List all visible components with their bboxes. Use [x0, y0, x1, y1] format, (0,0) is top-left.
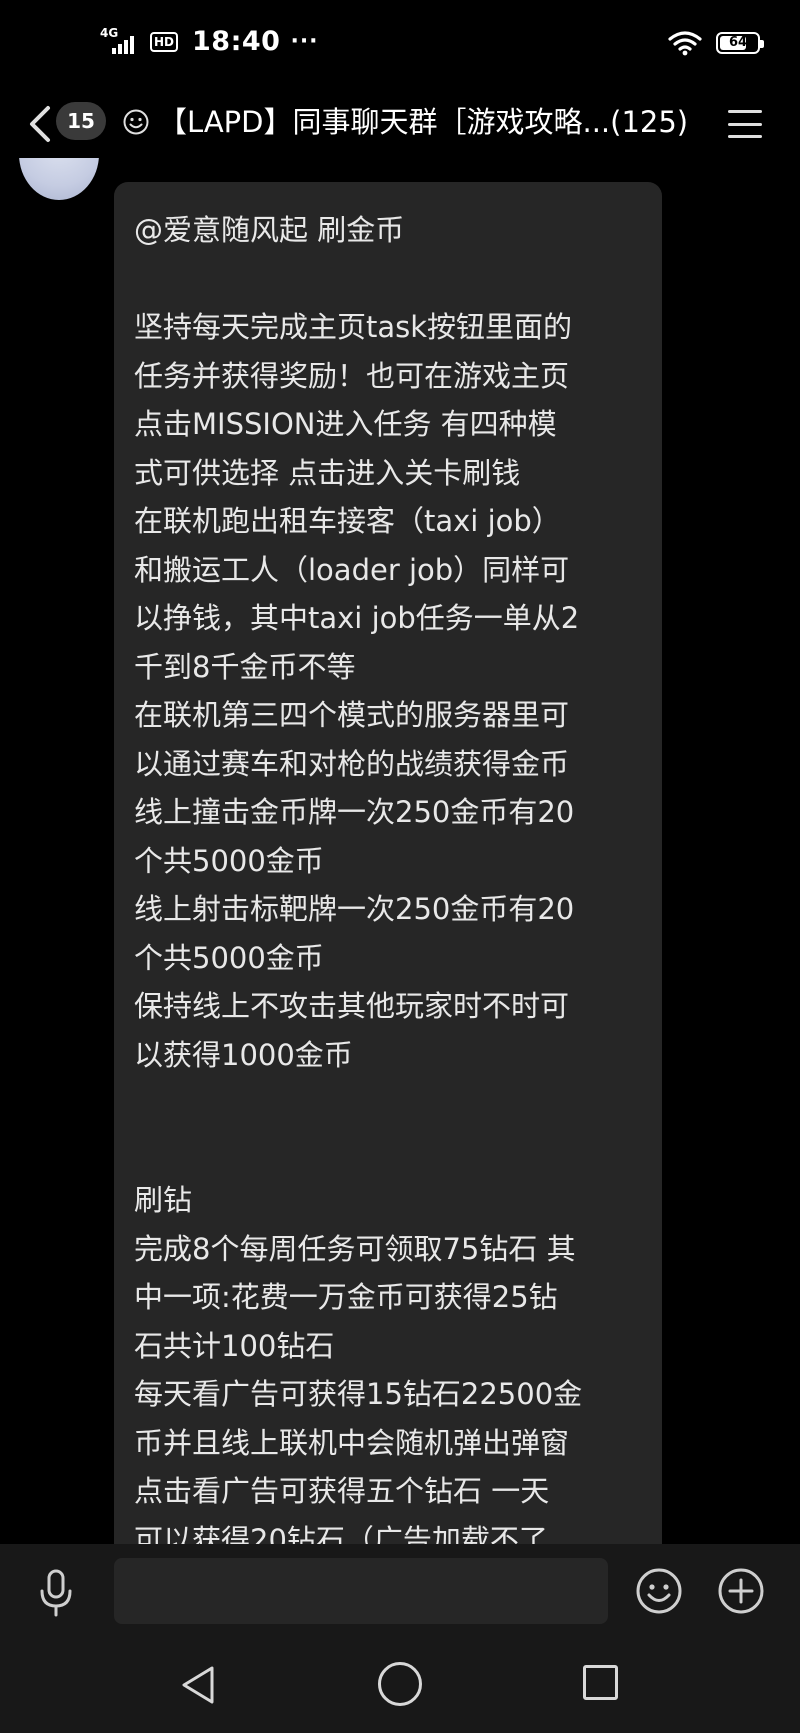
chat-area[interactable]: @爱意随风起 刷金币 坚持每天完成主页task按钮里面的 任务并获得奖励！也可在游… [0, 158, 800, 1544]
microphone-icon[interactable] [34, 1568, 78, 1618]
status-right: 64 [668, 30, 764, 56]
message-line: 刷钻 [134, 1183, 193, 1217]
message-line: 千到8千金币不等 [134, 649, 356, 684]
battery-icon: 64 [716, 32, 764, 54]
message-line: 个共5000金币 [134, 940, 324, 975]
signal-bars [112, 35, 134, 54]
message-line: 以挣钱，其中taxi job任务一单从2 [134, 601, 580, 635]
circle-home-icon[interactable] [378, 1662, 422, 1706]
message-line: 和搬运工人（loader job）同样可 [134, 552, 570, 587]
message-text: @爱意随风起 刷金币 坚持每天完成主页task按钮里面的 任务并获得奖励！也可在游… [134, 206, 642, 1544]
battery-level: 64 [728, 35, 748, 50]
unread-badge[interactable]: 15 [56, 102, 106, 140]
chat-header: 15 【LAPD】同事聊天群［游戏攻略...(125) [0, 88, 800, 158]
message-line: 在联机跑出租车接客（taxi job） [134, 504, 561, 538]
message-line: 中一项:花费一万金币可获得25钻 [134, 1280, 558, 1314]
status-time: 18:40 [192, 26, 281, 57]
message-line [134, 1079, 642, 1128]
status-bar: 4G HD 18:40 ··· 64 [0, 0, 800, 88]
emoji-icon[interactable] [634, 1566, 684, 1616]
message-line: 线上撞击金币牌一次250金币有20 [134, 795, 575, 829]
plus-icon[interactable] [716, 1566, 766, 1616]
status-left: 4G HD 18:40 ··· [100, 26, 319, 58]
triangle-back-icon[interactable] [176, 1662, 222, 1708]
message-line [134, 255, 642, 304]
message-line: 式可供选择 点击进入关卡刷钱 [134, 455, 521, 490]
message-line: 币并且线上联机中会随机弹出弹窗 [134, 1425, 570, 1460]
message-line: 任务并获得奖励！也可在游戏主页 [134, 358, 570, 393]
message-line: 点击MISSION进入任务 有四种模 [134, 407, 557, 441]
message-input[interactable] [114, 1558, 608, 1624]
message-line: 坚持每天完成主页task按钮里面的 [134, 310, 573, 344]
smiley-icon [123, 109, 149, 135]
message-line: 石共计100钻石 [134, 1328, 335, 1363]
message-line: 在联机第三四个模式的服务器里可 [134, 698, 570, 732]
hd-badge: HD [150, 31, 179, 52]
message-line: 以获得1000金币 [134, 1037, 353, 1072]
cell-signal-icon: 4G [100, 26, 144, 56]
hamburger-menu-icon[interactable] [728, 110, 762, 138]
message-line: 线上射击标靶牌一次250金币有20 [134, 892, 575, 926]
message-line: 完成8个每周任务可领取75钻石 其 [134, 1231, 576, 1266]
status-more: ··· [290, 29, 319, 54]
message-line: 个共5000金币 [134, 843, 324, 878]
message-line: 保持线上不攻击其他玩家时不时可 [134, 989, 570, 1023]
message-line: 可以获得20钻石（广告加载不了 [134, 1522, 548, 1545]
message-line: 点击看广告可获得五个钻石 一天 [134, 1474, 550, 1508]
wifi-icon [668, 31, 702, 56]
chat-title: 【LAPD】同事聊天群［游戏攻略...(125) [158, 105, 689, 139]
input-bar [0, 1544, 800, 1636]
message-line: 每天看广告可获得15钻石22500金 [134, 1377, 583, 1411]
message-line: 以通过赛车和对枪的战绩获得金币 [134, 746, 570, 781]
message-line: @爱意随风起 刷金币 [134, 213, 405, 247]
avatar[interactable] [19, 158, 99, 200]
message-line [134, 1128, 642, 1177]
message-bubble[interactable]: @爱意随风起 刷金币 坚持每天完成主页task按钮里面的 任务并获得奖励！也可在游… [114, 182, 662, 1544]
square-recent-icon[interactable] [583, 1665, 618, 1700]
system-nav-bar [0, 1636, 800, 1733]
